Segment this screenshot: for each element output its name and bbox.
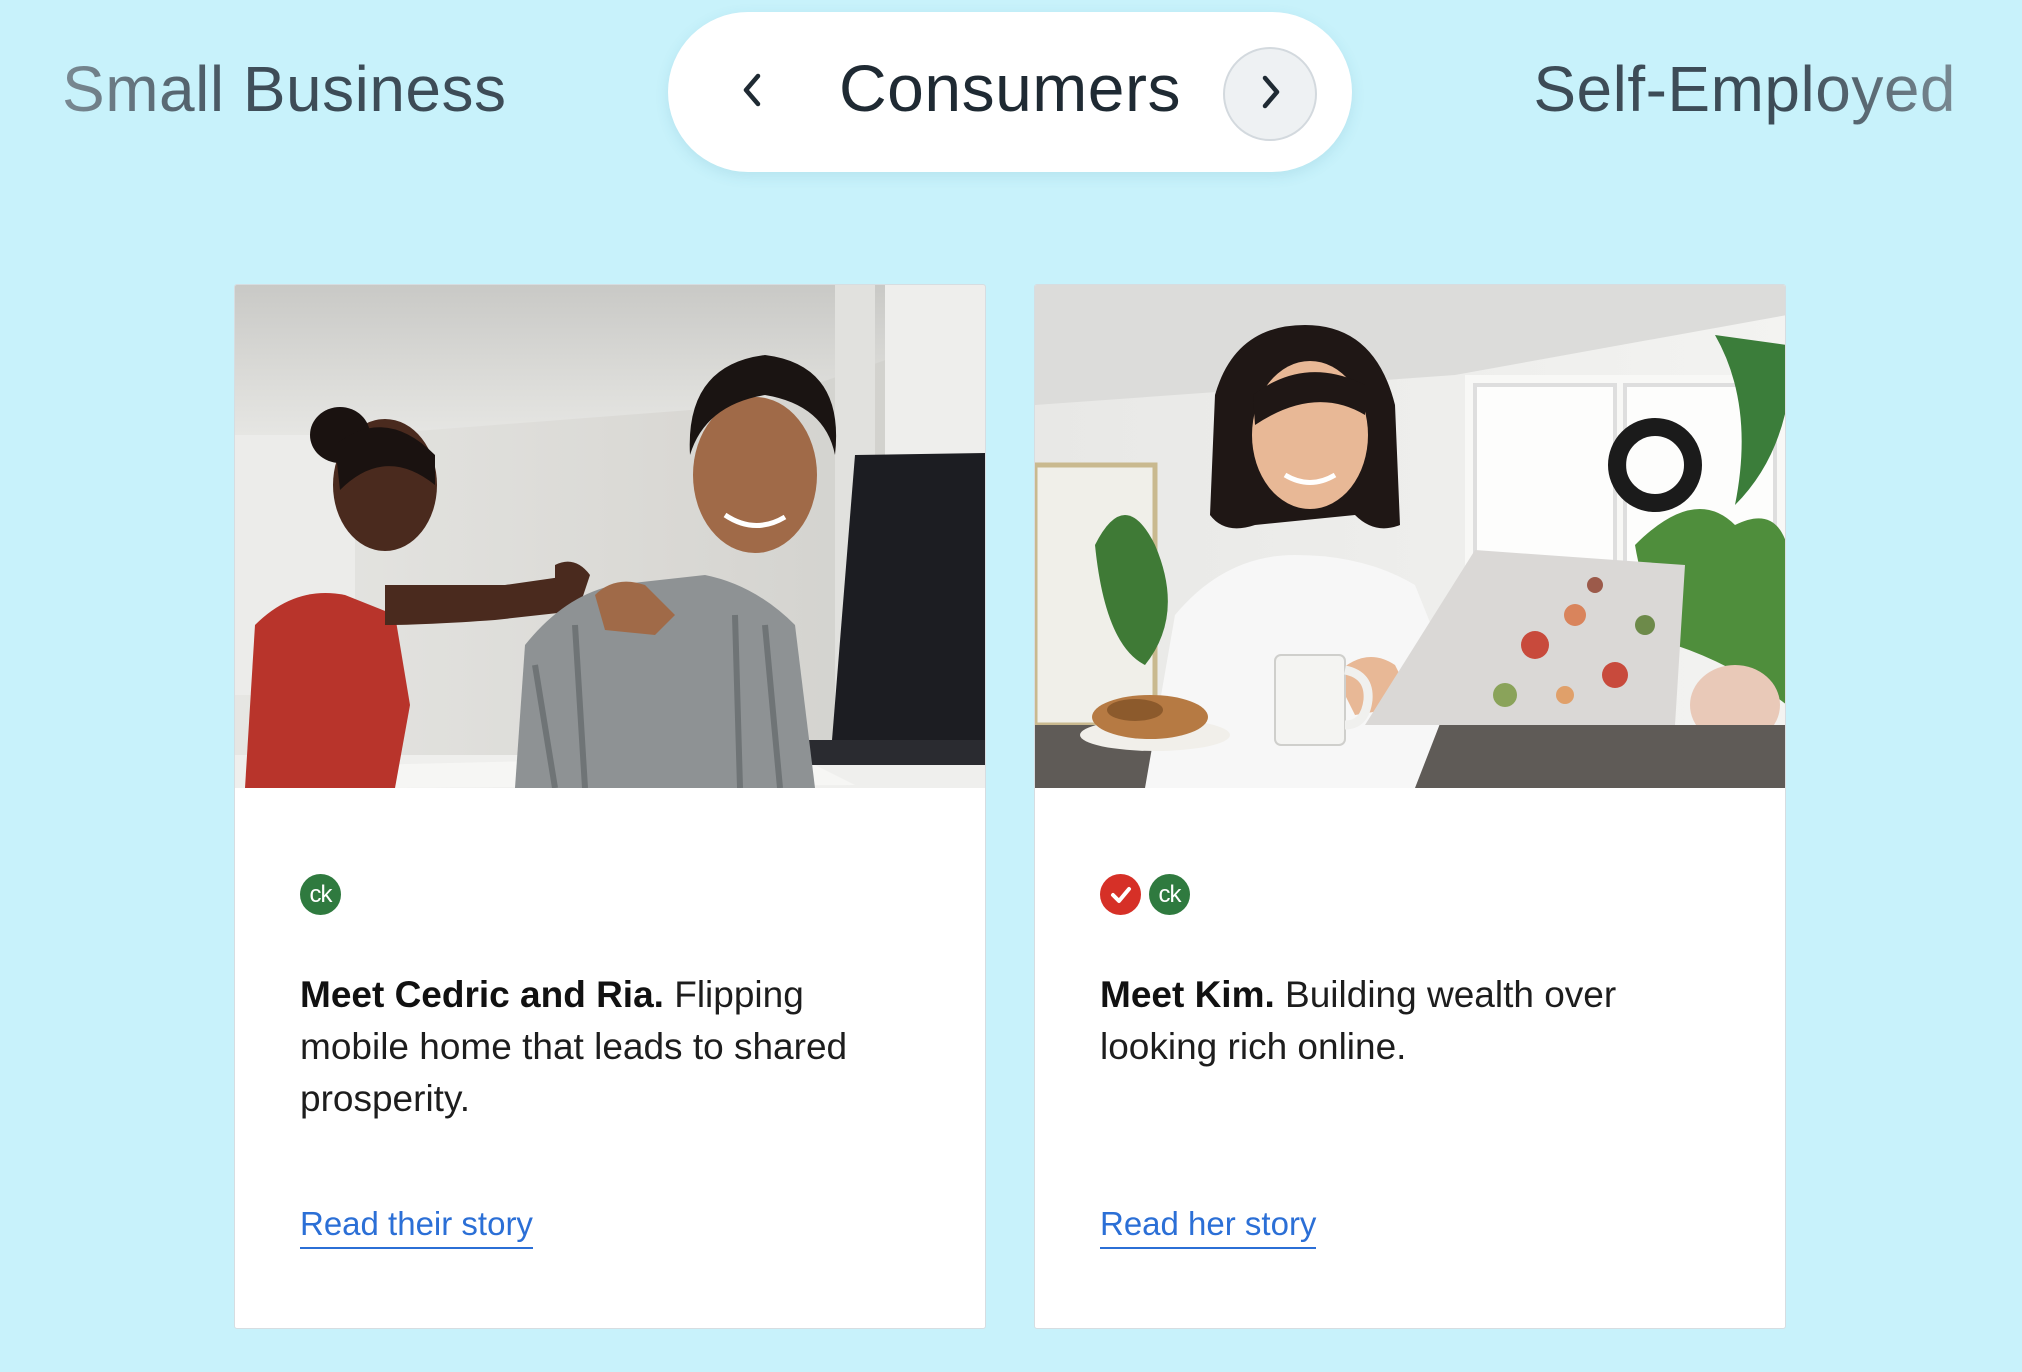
story-headline-bold: Meet Kim. bbox=[1100, 974, 1275, 1015]
story-card-kim: ck Meet Kim. Building wealth over lookin… bbox=[1034, 284, 1786, 1329]
product-badges: ck bbox=[1100, 874, 1190, 915]
read-her-story-link[interactable]: Read her story bbox=[1100, 1205, 1317, 1249]
chevron-right-icon bbox=[1257, 72, 1283, 117]
credit-karma-icon: ck bbox=[1149, 874, 1190, 915]
segment-selector: Consumers bbox=[668, 12, 1352, 172]
product-badges: ck bbox=[300, 874, 341, 915]
story-headline: Meet Kim. Building wealth over looking r… bbox=[1100, 969, 1720, 1073]
story-headline-bold: Meet Cedric and Ria. bbox=[300, 974, 664, 1015]
story-headline: Meet Cedric and Ria. Flipping mobile hom… bbox=[300, 969, 920, 1125]
segment-self-employed[interactable]: Self-Employed bbox=[1533, 52, 1956, 126]
read-their-story-link[interactable]: Read their story bbox=[300, 1205, 533, 1249]
credit-karma-icon: ck bbox=[300, 874, 341, 915]
story-photo bbox=[235, 285, 985, 788]
story-photo bbox=[1035, 285, 1785, 788]
segment-small-business[interactable]: Small Business bbox=[62, 52, 507, 126]
story-card-cedric-ria: ck Meet Cedric and Ria. Flipping mobile … bbox=[234, 284, 986, 1329]
next-segment-button[interactable] bbox=[1223, 47, 1317, 141]
turbotax-icon bbox=[1100, 874, 1141, 915]
